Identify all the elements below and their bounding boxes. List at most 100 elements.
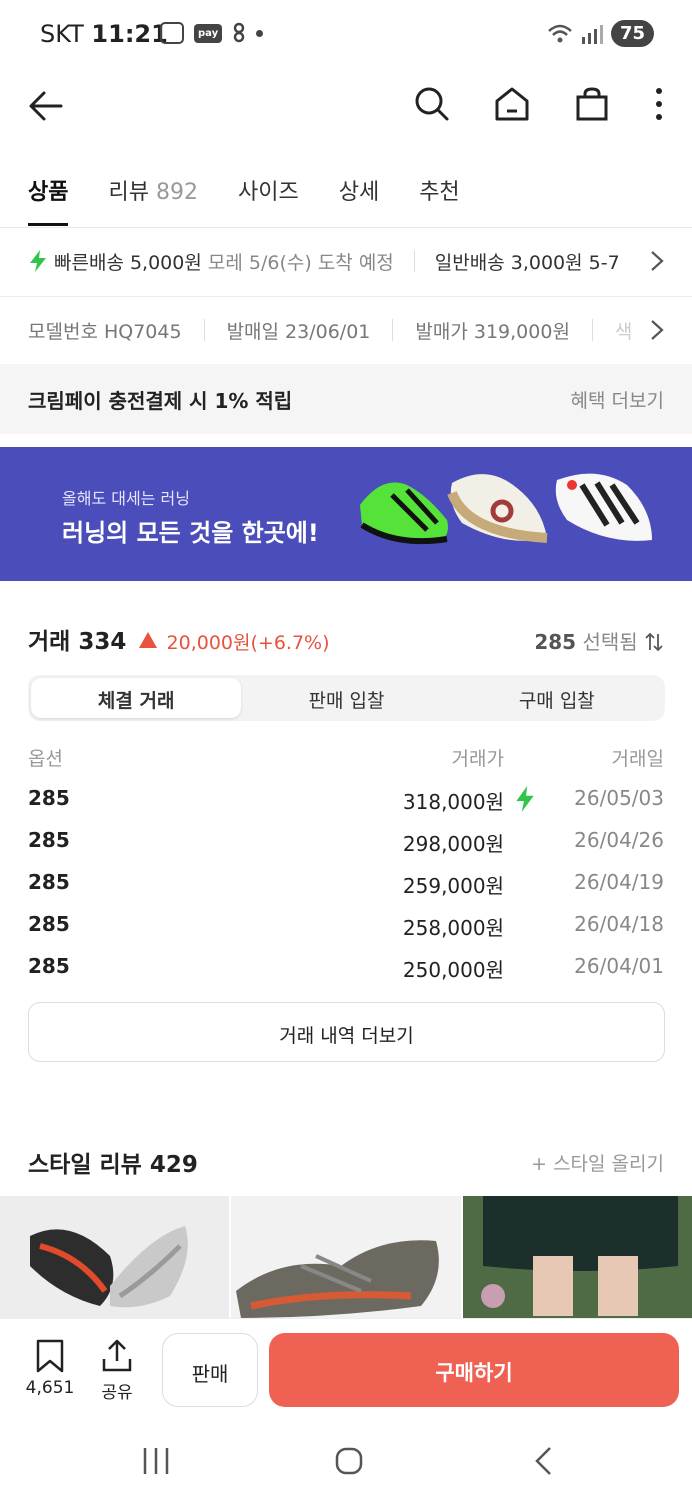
benefit-banner[interactable]: 크림페이 충전결제 시 1% 적립 혜택 더보기 xyxy=(0,364,692,434)
table-row: 285 259,000원 26/04/19 xyxy=(28,870,664,900)
trade-history-more-button[interactable]: 거래 내역 더보기 xyxy=(28,1002,665,1062)
normal-shipping-label: 일반배송 3,000원 5-7 xyxy=(434,251,620,274)
promo-banner[interactable]: 올해도 대세는 러닝 러닝의 모든 것을 한곳에! xyxy=(0,447,692,581)
tab-review[interactable]: 리뷰 892 xyxy=(108,166,197,226)
row-price: 298,000원 xyxy=(402,832,504,856)
clock: 11:21 xyxy=(91,20,168,48)
lightning-icon xyxy=(516,786,534,812)
row-price: 318,000원 xyxy=(402,790,504,814)
style-upload-link[interactable]: + 스타일 올리기 xyxy=(531,1149,664,1176)
tab-size[interactable]: 사이즈 xyxy=(238,166,299,226)
tab-product[interactable]: 상품 xyxy=(28,166,69,226)
signal-icon xyxy=(581,24,603,44)
sort-arrows-icon xyxy=(645,632,663,652)
model-number: 모델번호 HQ7045 xyxy=(28,320,182,343)
row-date: 26/04/01 xyxy=(574,954,664,978)
lightning-icon xyxy=(30,250,46,272)
release-date: 발매일 23/06/01 xyxy=(226,320,371,343)
row-date: 26/05/03 xyxy=(574,786,664,810)
row-option: 285 xyxy=(28,912,70,936)
shopping-bag-icon[interactable] xyxy=(574,86,610,122)
column-price: 거래가 xyxy=(451,748,504,770)
column-option: 옵션 xyxy=(28,748,63,770)
row-price: 259,000원 xyxy=(402,874,504,898)
divider xyxy=(392,319,394,341)
running-shoes-image xyxy=(360,473,652,545)
segment-buy-bids[interactable]: 구매 입찰 xyxy=(452,678,662,718)
row-option: 285 xyxy=(28,870,70,894)
fast-shipping-eta: 모레 5/6(수) 도착 예정 xyxy=(207,251,394,274)
trade-count: 거래 334 xyxy=(28,629,127,655)
recent-apps-icon[interactable] xyxy=(141,1446,171,1476)
triangle-up-icon xyxy=(139,632,158,648)
sneaker-photo-image xyxy=(236,1240,440,1318)
divider xyxy=(591,319,593,341)
notification-dot-icon xyxy=(256,29,264,37)
search-icon[interactable] xyxy=(414,86,450,122)
review-count: 892 xyxy=(155,180,198,205)
tab-detail[interactable]: 상세 xyxy=(339,166,379,226)
share-icon xyxy=(102,1339,132,1372)
system-back-icon[interactable] xyxy=(532,1446,556,1476)
buy-button[interactable]: 구매하기 xyxy=(269,1333,679,1407)
carrier: SKT xyxy=(40,20,84,48)
release-price: 발매가 319,000원 xyxy=(415,320,570,343)
trade-type-segment: 체결 거래 판매 입찰 구매 입찰 xyxy=(28,675,665,721)
sell-button[interactable]: 판매 xyxy=(162,1333,258,1407)
row-price: 258,000원 xyxy=(402,916,504,940)
divider xyxy=(0,296,692,297)
model-info[interactable]: 모델번호 HQ7045 발매일 23/06/01 발매가 319,000원 색 xyxy=(28,315,668,345)
wifi-icon xyxy=(548,24,572,42)
battery-indicator: 75 xyxy=(610,20,654,47)
system-navigation-bar xyxy=(0,1420,692,1500)
row-date: 26/04/19 xyxy=(574,870,664,894)
size-selector[interactable]: 285 선택됨 xyxy=(534,626,664,655)
row-date: 26/04/26 xyxy=(574,828,664,852)
fast-shipping-label: 빠른배송 5,000원 xyxy=(54,251,202,274)
style-review-gallery xyxy=(0,1196,692,1318)
chevron-right-icon[interactable] xyxy=(650,250,664,272)
row-price: 250,000원 xyxy=(402,958,504,982)
selected-label: 선택됨 xyxy=(582,630,638,654)
table-row: 285 298,000원 26/04/26 xyxy=(28,828,664,858)
shipping-info[interactable]: 빠른배송 5,000원 모레 5/6(수) 도착 예정 일반배송 3,000원 … xyxy=(28,246,692,276)
table-row: 285 250,000원 26/04/01 xyxy=(28,954,664,984)
tab-recommend[interactable]: 추천 xyxy=(419,166,459,226)
back-arrow-icon[interactable] xyxy=(28,88,64,124)
top-navigation xyxy=(0,74,692,138)
outfit-photo-image xyxy=(462,1196,692,1318)
style-photo-1[interactable] xyxy=(0,1196,230,1318)
column-date: 거래일 xyxy=(611,748,664,770)
selected-size: 285 xyxy=(534,630,577,654)
row-option: 285 xyxy=(28,828,70,852)
table-row: 285 258,000원 26/04/18 xyxy=(28,912,664,942)
row-option: 285 xyxy=(28,786,70,810)
bottom-action-bar: 4,651 공유 판매 구매하기 xyxy=(0,1318,692,1420)
style-photo-3[interactable] xyxy=(462,1196,692,1318)
home-button-icon[interactable] xyxy=(334,1446,364,1476)
bookmark-count: 4,651 xyxy=(25,1378,75,1398)
model-extra: 색 xyxy=(614,320,633,343)
benefit-more-link[interactable]: 혜택 더보기 xyxy=(571,386,664,413)
price-change: 20,000원(+6.7%) xyxy=(166,632,330,654)
chevron-right-icon[interactable] xyxy=(650,319,664,341)
sync-icon xyxy=(233,22,245,43)
status-bar: SKT 11:21 pay 75 xyxy=(0,0,692,70)
bookmark-button[interactable]: 4,651 xyxy=(20,1339,80,1398)
segment-completed[interactable]: 체결 거래 xyxy=(31,678,242,718)
bookmark-icon xyxy=(36,1339,64,1373)
pay-icon: pay xyxy=(194,23,223,43)
trade-summary: 거래 334 20,000원(+6.7%) 285 선택됨 xyxy=(28,622,664,656)
row-date: 26/04/18 xyxy=(574,912,664,936)
banner-title: 러닝의 모든 것을 한곳에! xyxy=(62,519,319,547)
share-button[interactable]: 공유 xyxy=(87,1339,147,1403)
more-options-icon[interactable] xyxy=(654,86,664,122)
product-tabs: 상품 리뷰 892 사이즈 상세 추천 xyxy=(0,166,692,228)
banner-subtitle: 올해도 대세는 러닝 xyxy=(62,489,190,508)
home-icon[interactable] xyxy=(494,86,530,122)
benefit-text: 크림페이 충전결제 시 1% 적립 xyxy=(28,389,293,413)
style-photo-2[interactable] xyxy=(231,1196,461,1318)
screenshot-icon xyxy=(160,22,184,44)
divider xyxy=(413,250,415,272)
segment-sell-bids[interactable]: 판매 입찰 xyxy=(241,678,451,718)
